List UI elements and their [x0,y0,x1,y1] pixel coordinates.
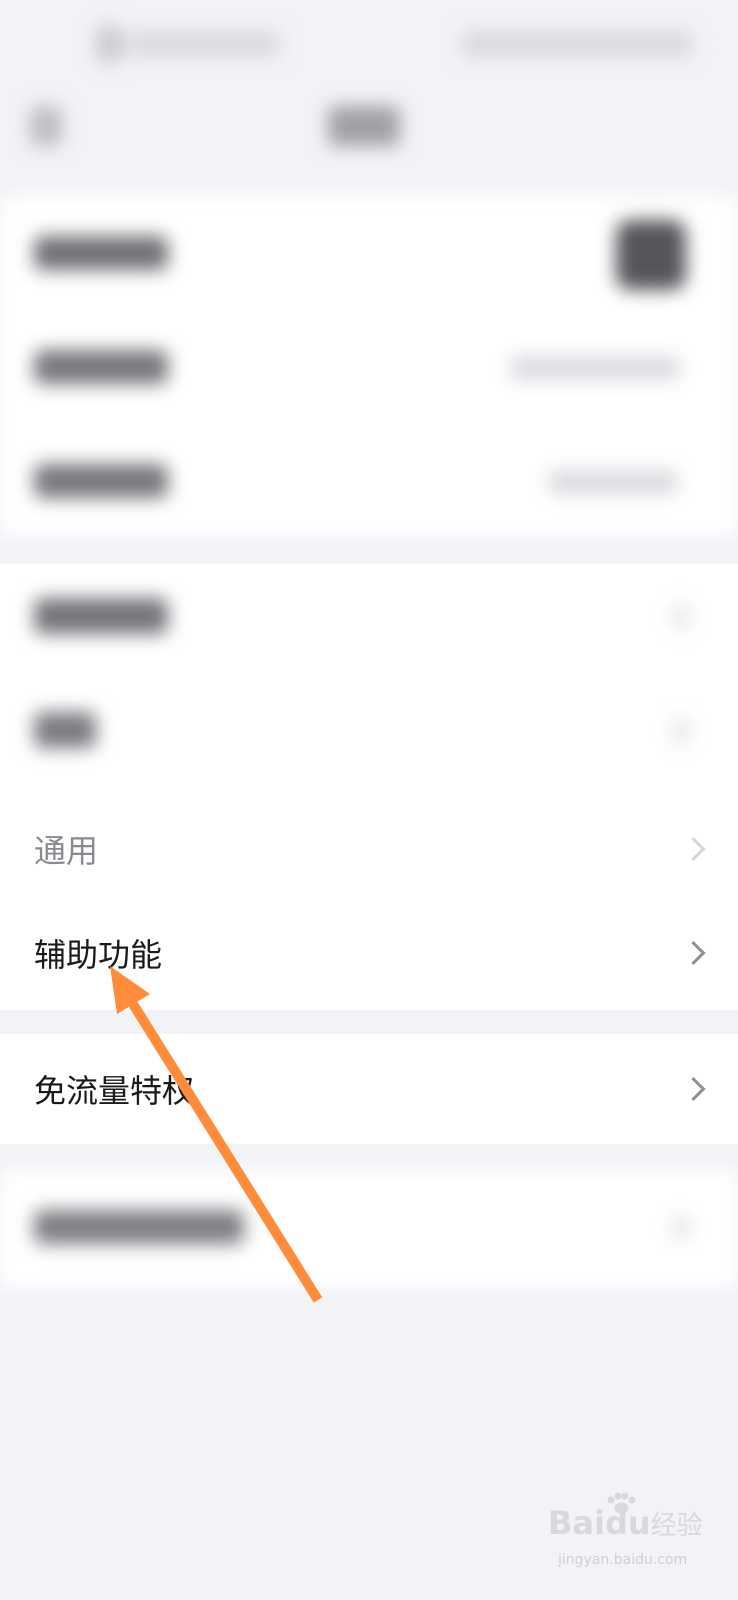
status-bar [0,0,738,90]
chevron-right-icon [681,836,706,862]
row-label-blurred [34,598,168,634]
watermark-brand-right: du [604,1504,651,1542]
settings-group-general: 通用 辅助功能 [0,564,738,1010]
row-label-blurred [34,350,168,384]
chevron-right-icon [672,718,690,744]
watermark-brand-left: Bai [548,1504,605,1542]
chevron-right-icon [681,940,706,966]
row-value-blurred [510,356,680,380]
row-label: 免流量特权 [34,1072,195,1110]
chevron-right-icon [672,1214,690,1240]
settings-group-data: 免流量特权 [0,1034,738,1144]
baidu-jingyan-watermark: Baidu经验 jingyan.baidu.com [548,1492,703,1574]
avatar[interactable] [616,220,686,290]
settings-group-about [0,1170,738,1288]
back-icon[interactable] [30,106,62,146]
row-label-blurred [34,464,168,498]
status-text-left [130,32,280,56]
nav-bar [0,90,738,190]
settings-row-data-saver[interactable]: 免流量特权 [0,1034,738,1144]
watermark-brand-cn: 经验 [650,1511,703,1541]
chevron-right-icon [672,604,690,630]
row-label-blurred [34,712,96,748]
status-icon [96,26,124,62]
settings-row-accessibility[interactable]: 辅助功能 [0,896,738,1010]
watermark-domain: jingyan.baidu.com [558,1552,688,1568]
row-label: 通用 [34,832,99,870]
blurred-rows [0,564,738,792]
row-label-blurred [34,236,168,270]
row-label-blurred [34,1210,244,1244]
row-value-blurred [548,470,678,494]
chevron-right-icon [681,1076,706,1102]
settings-row-general[interactable]: 通用 [0,792,738,906]
status-text-right [462,32,692,56]
settings-group-account [0,196,738,536]
row-label: 辅助功能 [34,936,163,974]
watermark-logo: Baidu经验 [548,1504,703,1542]
page-title [328,106,400,146]
